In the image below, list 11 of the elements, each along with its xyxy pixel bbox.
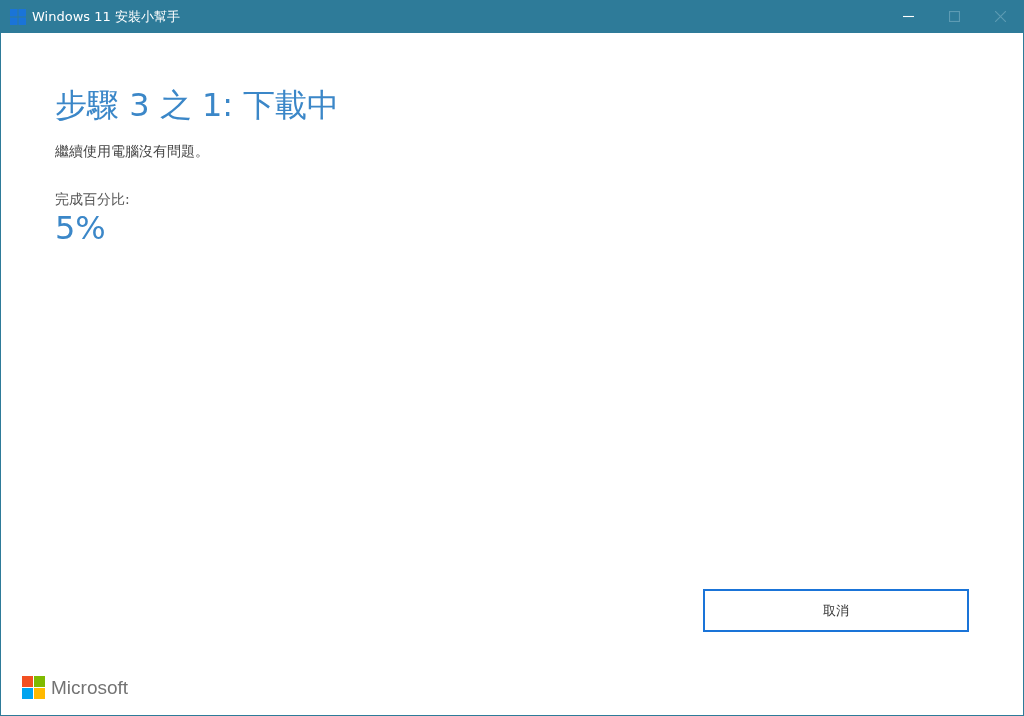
- progress-label: 完成百分比:: [55, 191, 131, 209]
- microsoft-logo-icon: [22, 676, 45, 699]
- window-title: Windows 11 安裝小幫手: [32, 7, 180, 26]
- close-icon: [994, 11, 1006, 22]
- maximize-icon: [948, 11, 960, 22]
- brand-name: Microsoft: [51, 676, 129, 699]
- progress-percent: 5%: [55, 209, 107, 247]
- cancel-button[interactable]: 取消: [703, 589, 969, 632]
- step-heading: 步驟 3 之 1: 下載中: [55, 85, 341, 125]
- windows-logo-icon: [10, 8, 26, 25]
- info-text: 繼續使用電腦沒有問題。: [55, 143, 210, 161]
